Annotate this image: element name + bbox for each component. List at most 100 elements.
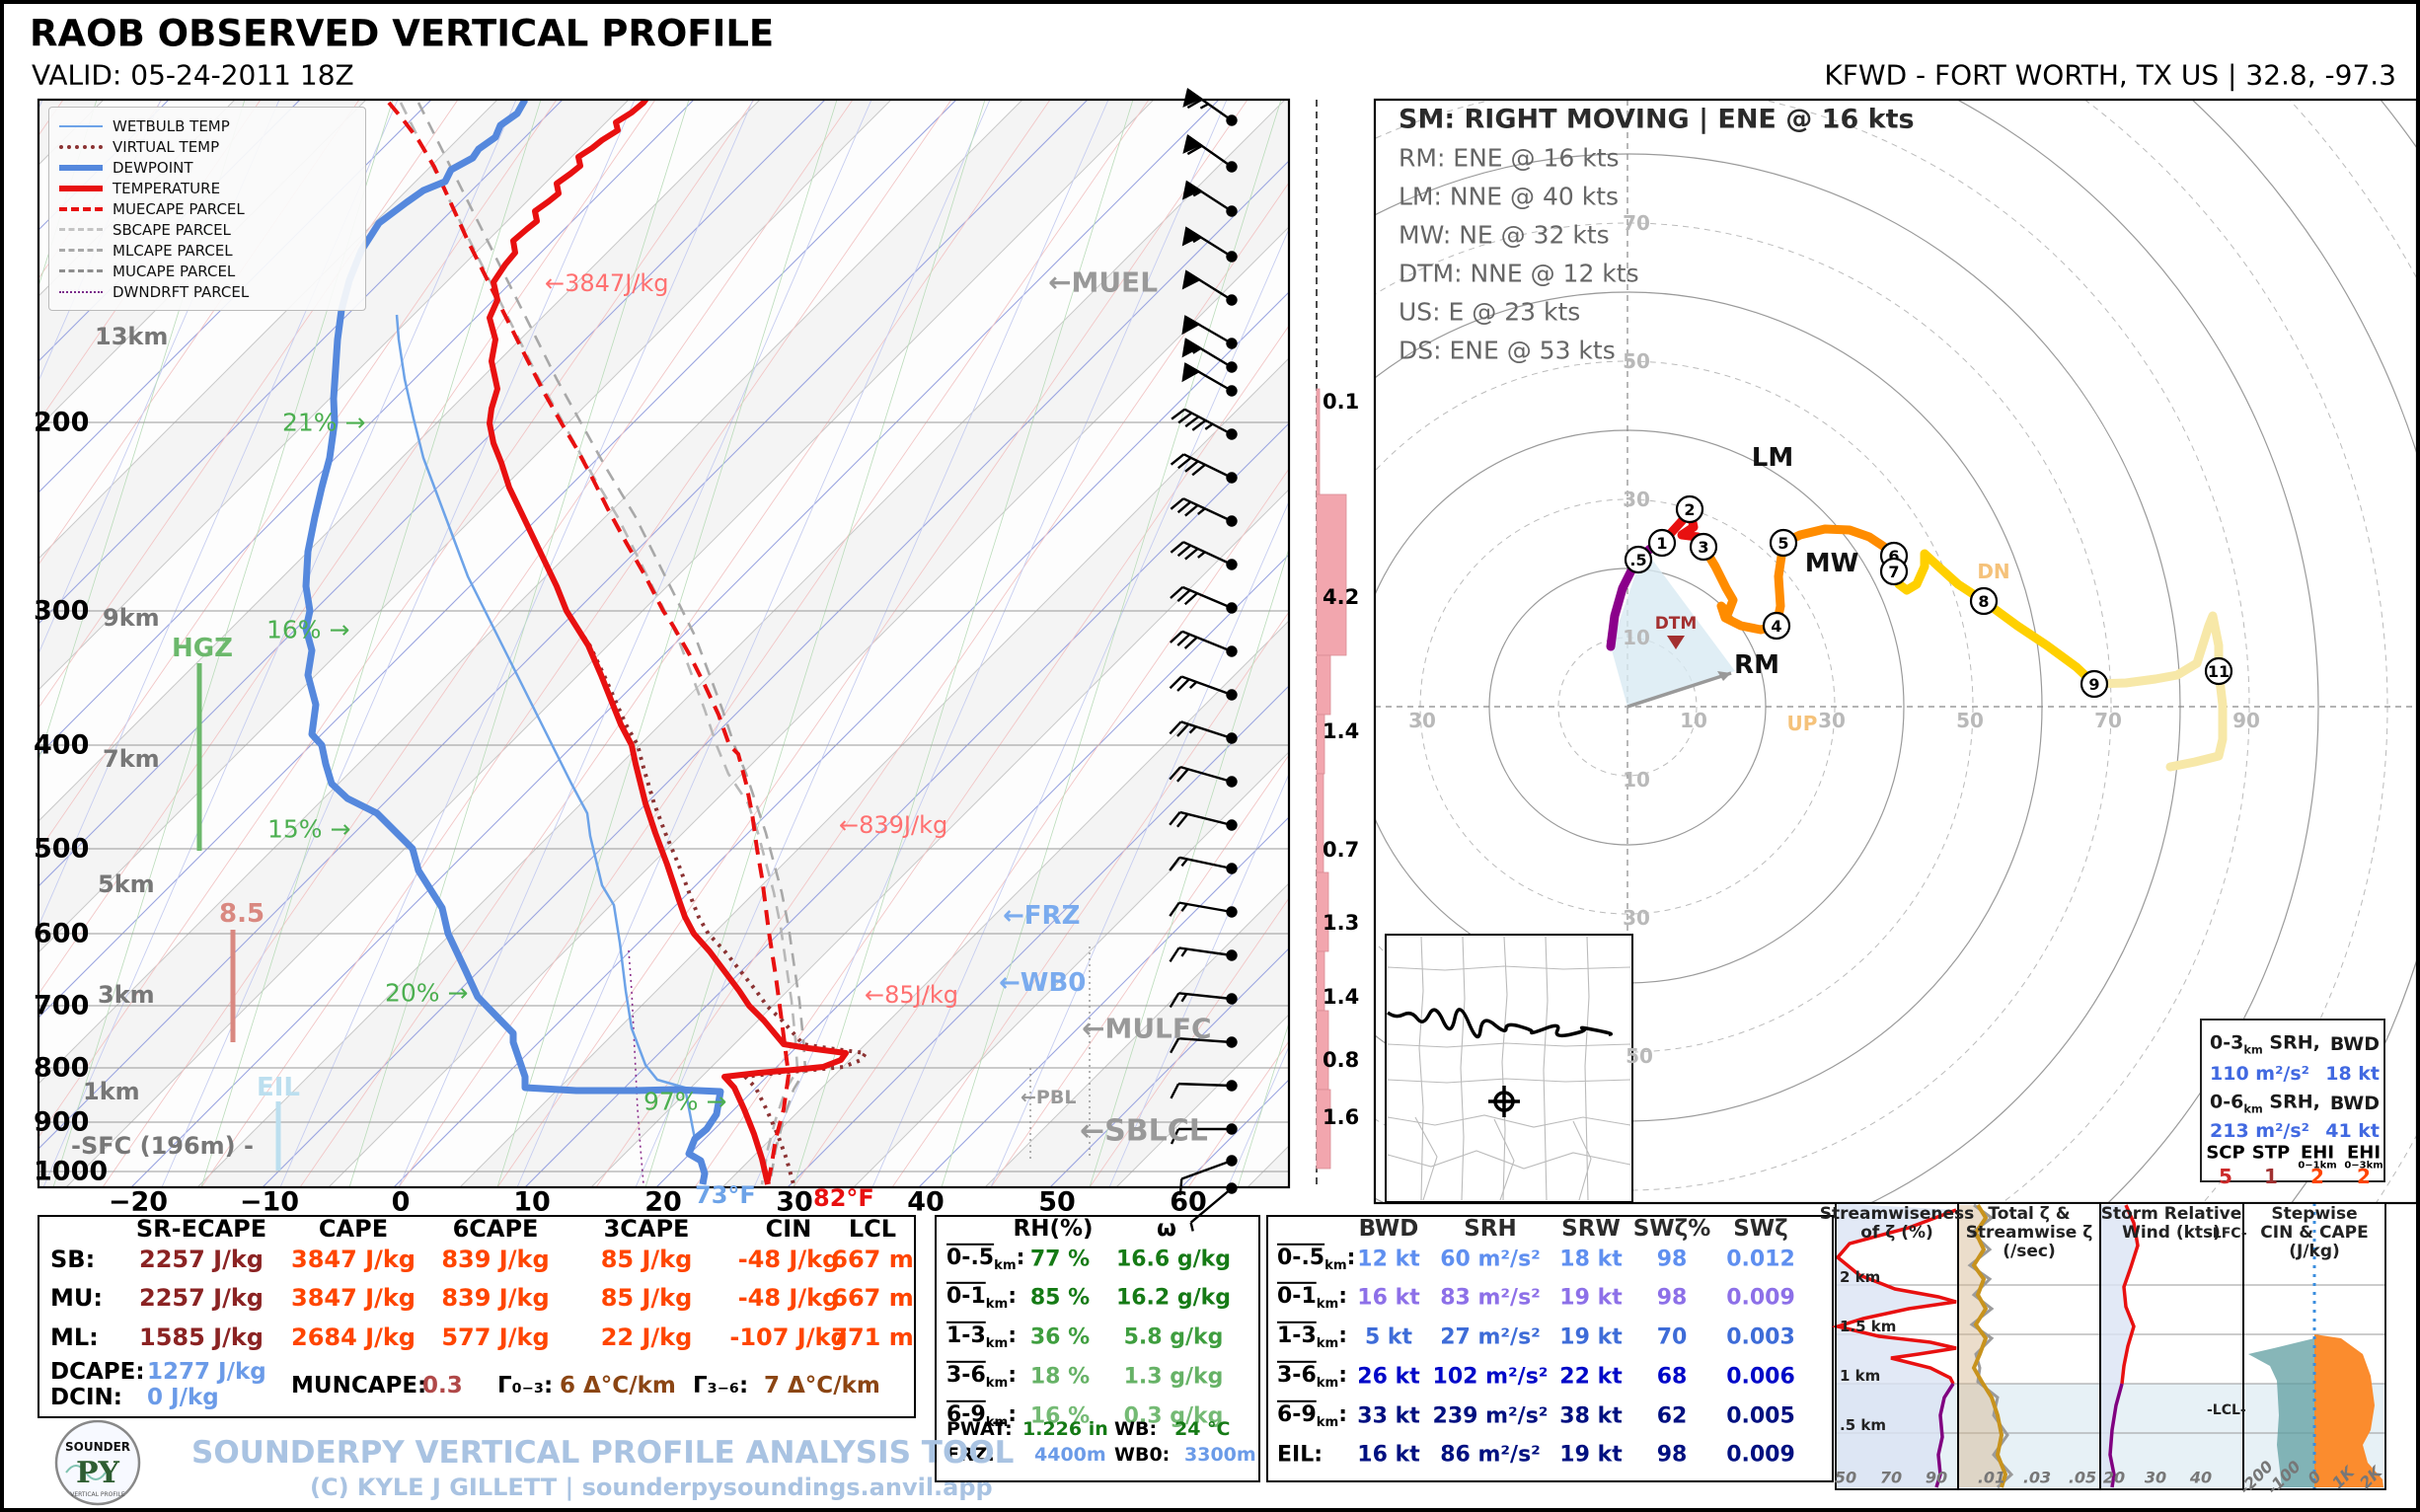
kin-cell: 33 kt	[1357, 1404, 1419, 1429]
kin-cell: 16 kt	[1357, 1286, 1419, 1311]
srh-0-6-value: 213 m²/s²	[2210, 1120, 2309, 1142]
rh-header: RH(%)	[1013, 1216, 1093, 1242]
kin-cell: 12 kt	[1357, 1247, 1419, 1272]
hodo-ring-label: 10	[1623, 626, 1650, 649]
height-marker-label: 8	[1978, 592, 1989, 611]
kin-cell: 0.012	[1726, 1247, 1795, 1272]
legend-swatch	[59, 291, 103, 293]
surface-temp-value: 82°F	[813, 1184, 874, 1212]
cape-annotation: ←85J/kg	[865, 981, 958, 1009]
omega-bar	[1317, 655, 1330, 715]
height-marker-label: 11	[2208, 662, 2230, 681]
muncape-value: 0.3	[422, 1373, 463, 1399]
pressure-label-600: 600	[34, 919, 89, 949]
kin-cell: 18 kt	[1559, 1247, 1622, 1272]
height-marker-label: 7	[1888, 563, 1899, 581]
height-marker-label: 3	[1698, 538, 1708, 557]
hodo-info-line-3: MW: NE @ 32 kts	[1399, 221, 1610, 250]
kin-cell: 22 kt	[1559, 1365, 1622, 1390]
cape-cell: 839 J/kg	[441, 1246, 549, 1273]
srh-0-6-label: 0-6km SRH,	[2210, 1092, 2320, 1116]
omega-value: 0.1	[1323, 390, 1359, 414]
height-label: 13km	[95, 323, 168, 350]
layer-label: 6-9km:	[1277, 1402, 1347, 1430]
dcin-value: 0 J/kg	[147, 1385, 219, 1410]
cape-row-label: SB:	[50, 1246, 95, 1273]
hodo-info-line-0: SM: RIGHT MOVING | ENE @ 16 kts	[1399, 105, 1915, 135]
height-marker-label: 5	[1777, 534, 1788, 553]
kin-cell: 86 m²/s²	[1440, 1443, 1541, 1468]
legend-label: DWNDRFT PARCEL	[113, 283, 249, 301]
layer-label: 0-.5km:	[946, 1246, 1024, 1273]
scp-header: SCP	[2206, 1143, 2244, 1164]
legend-swatch	[59, 165, 103, 171]
temp-tick-−10: −10	[240, 1187, 299, 1218]
height-marker-label: .5	[1629, 551, 1646, 569]
level-annotation: ←MUEL	[1048, 266, 1158, 299]
omega-bar	[1317, 389, 1320, 494]
gamma36-value: 7 Δ°C/km	[764, 1373, 880, 1399]
height-label: 3km	[98, 981, 155, 1009]
scp-value: 5	[2219, 1165, 2232, 1188]
bwd-0-3-value: 18 kt	[2325, 1063, 2380, 1085]
kin-cell: 0.009	[1726, 1286, 1795, 1311]
rh-annotation: 16% →	[266, 616, 349, 644]
panel-2-tick: 40	[2190, 1469, 2212, 1487]
layer-label: 0-.5km:	[1277, 1246, 1355, 1273]
stp-header: STP	[2252, 1143, 2290, 1164]
panel-2-tick: 20	[2103, 1469, 2125, 1487]
mixr-cell: 16.6 g/kg	[1116, 1247, 1231, 1272]
cape-row-label: ML:	[50, 1323, 99, 1351]
cape-cell: 2257 J/kg	[139, 1284, 264, 1312]
location-inset-map	[1386, 935, 1632, 1202]
legend-item-mucape-parcel: MUCAPE PARCEL	[59, 261, 355, 281]
cape-cell: 3847 J/kg	[291, 1284, 416, 1312]
kin-cell: 98	[1657, 1247, 1688, 1272]
dcape-label: DCAPE:	[50, 1359, 145, 1385]
height-marker-label: 4	[1771, 617, 1781, 636]
legend-item-muecape-parcel: MUECAPE PARCEL	[59, 198, 355, 219]
panel-0-title: Streamwiseness	[1820, 1204, 1975, 1224]
kin-cell: 83 m²/s²	[1440, 1286, 1541, 1311]
cape-cell: 667 m	[831, 1284, 913, 1312]
kin-cell: 62	[1657, 1404, 1688, 1429]
hodo-ring-label: 50	[1623, 349, 1650, 373]
panel-level-label: 2 km	[1840, 1268, 1880, 1286]
bwd-0-3-header: BWD	[2330, 1033, 2380, 1055]
height-label: 1km	[83, 1078, 140, 1105]
hodo-ring-label: 90	[2232, 709, 2260, 732]
pwat-value: 1.226 in	[1022, 1418, 1108, 1440]
omega-value: 0.7	[1323, 838, 1359, 862]
legend-item-mlcape-parcel: MLCAPE PARCEL	[59, 240, 355, 261]
panel-0-tick: 90	[1926, 1469, 1947, 1487]
kin-cell: 0.003	[1726, 1325, 1795, 1350]
kin-cell: 38 kt	[1559, 1404, 1622, 1429]
pressure-label-500: 500	[34, 834, 89, 865]
omega-value: 0.8	[1323, 1048, 1359, 1072]
omega-bar	[1317, 494, 1346, 655]
gamma36-label: Γ₃₋₆:	[693, 1373, 748, 1399]
rh-cell: 36 %	[1030, 1325, 1090, 1350]
panel-1-title: Total ζ &	[1988, 1204, 2070, 1224]
panel-0-title: of ζ (%)	[1860, 1223, 1933, 1243]
legend-label: MLCAPE PARCEL	[113, 242, 233, 260]
temp-tick-0: 0	[392, 1187, 411, 1218]
kin-cell: 19 kt	[1559, 1443, 1622, 1468]
legend-swatch	[59, 207, 103, 211]
panel-1-tick: .03	[2023, 1469, 2051, 1487]
legend-item-dewpoint: DEWPOINT	[59, 157, 355, 178]
legend-label: WETBULB TEMP	[113, 117, 230, 135]
panel-marker-label: -LCL-	[2207, 1402, 2246, 1418]
skewt-legend: WETBULB TEMPVIRTUAL TEMPDEWPOINTTEMPERAT…	[48, 107, 366, 311]
layer-label: 0-1km:	[1277, 1284, 1347, 1312]
level-annotation: ←SBLCL	[1080, 1114, 1208, 1149]
legend-item-sbcape-parcel: SBCAPE PARCEL	[59, 219, 355, 240]
cape-cell: 22 J/kg	[601, 1323, 693, 1351]
height-marker-label: 2	[1684, 500, 1695, 519]
svg-text:SOUNDER: SOUNDER	[65, 1440, 130, 1454]
panel-3-title: CIN & CAPE	[2260, 1223, 2368, 1243]
omega-value: 1.6	[1323, 1105, 1359, 1129]
footer-line1: SOUNDERPY VERTICAL PROFILE ANALYSIS TOOL	[191, 1435, 1014, 1471]
kin-cell: 0.006	[1726, 1365, 1795, 1390]
legend-item-temperature: TEMPERATURE	[59, 178, 355, 198]
